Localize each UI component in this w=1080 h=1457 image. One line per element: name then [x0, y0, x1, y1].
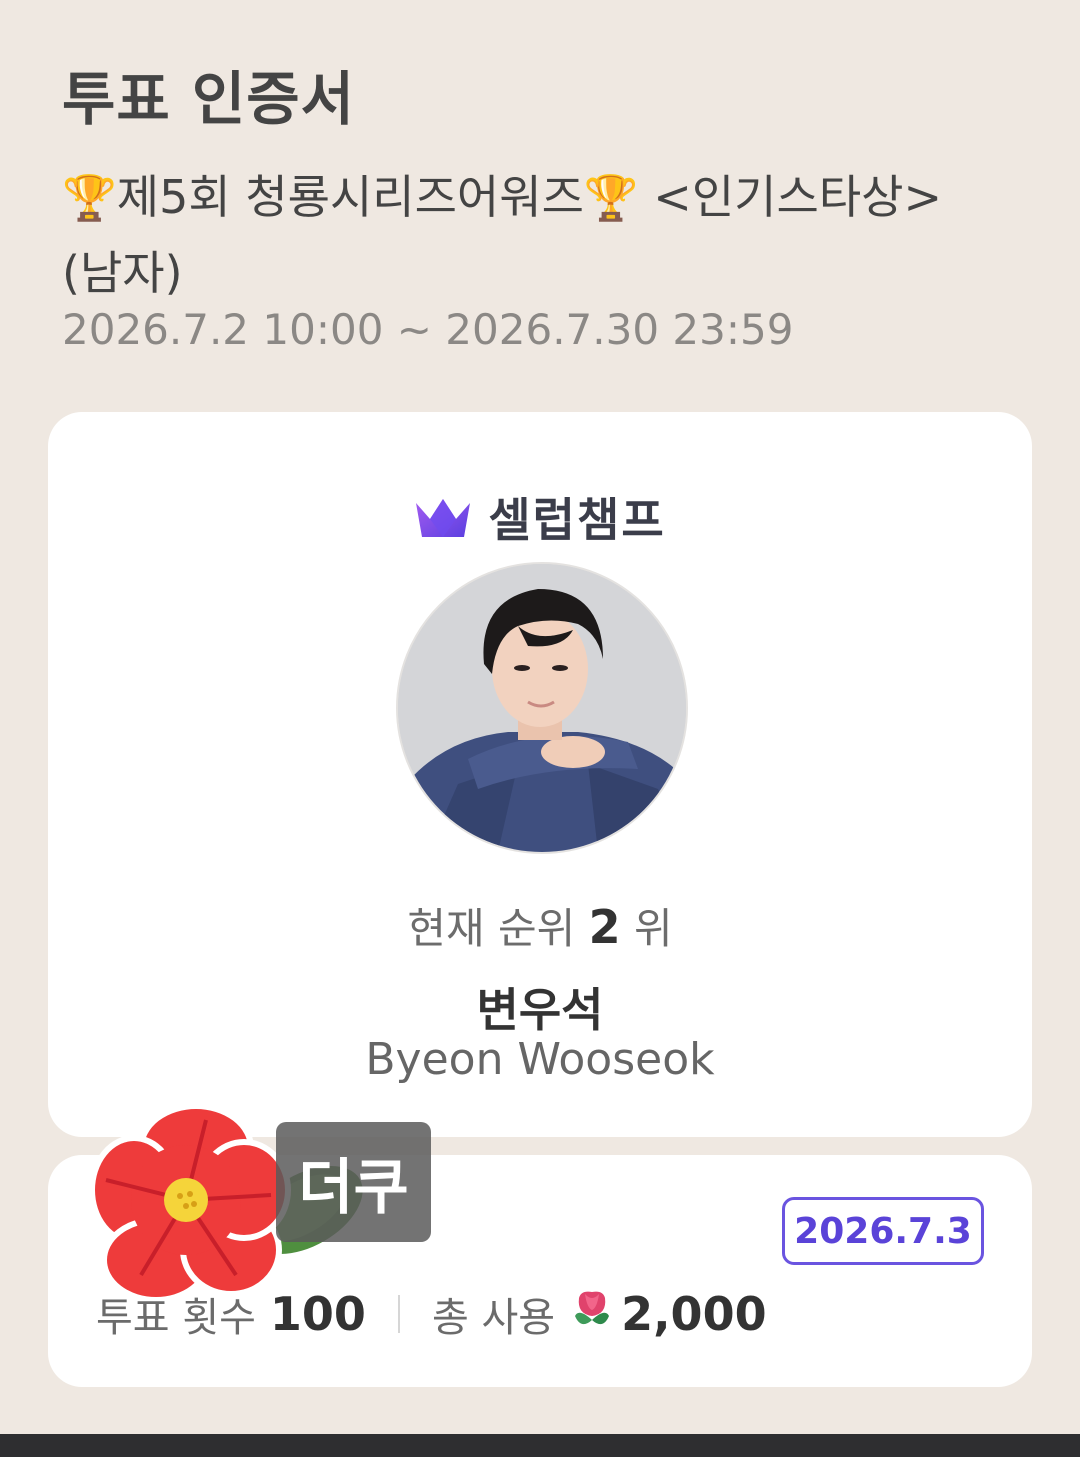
certificate-card: 셀럽챔프 현재 순위 2 위 변우석 Byeon Wooseok	[48, 412, 1032, 1137]
tulip-icon	[569, 1286, 615, 1342]
portrait-image	[398, 564, 686, 852]
watermark-sticker: 더쿠	[276, 1122, 431, 1242]
trophy-icon: 🏆	[583, 173, 639, 224]
rank-suffix: 위	[634, 904, 673, 953]
stats-divider	[397, 1295, 400, 1333]
total-used-value: 2,000	[621, 1287, 767, 1341]
rank-value: 2	[588, 900, 621, 954]
trophy-icon: 🏆	[62, 173, 117, 224]
brand-name: 셀럽챔프	[488, 493, 666, 547]
total-used-label: 총 사용	[431, 1295, 556, 1341]
event-title: 🏆제5회 청룡시리즈어워즈🏆 <인기스타상> (남자)	[62, 160, 1012, 310]
avatar	[396, 562, 688, 854]
event-name: 제5회 청룡시리즈어워즈	[116, 170, 584, 224]
brand-header: 셀럽챔프	[48, 484, 1032, 550]
current-rank: 현재 순위 2 위	[48, 895, 1032, 956]
vote-period: 2026.7.2 10:00 ~ 2026.7.30 23:59	[62, 305, 794, 354]
artist-name-korean: 변우석	[476, 983, 604, 1037]
bottom-bar	[0, 1434, 1080, 1457]
rank-prefix: 현재 순위	[407, 904, 576, 953]
crown-icon	[416, 499, 471, 537]
artist-name-english: Byeon Wooseok	[365, 1034, 715, 1085]
vote-date-badge: 2026.7.3	[782, 1197, 984, 1265]
page-title: 투표 인증서	[62, 65, 355, 133]
